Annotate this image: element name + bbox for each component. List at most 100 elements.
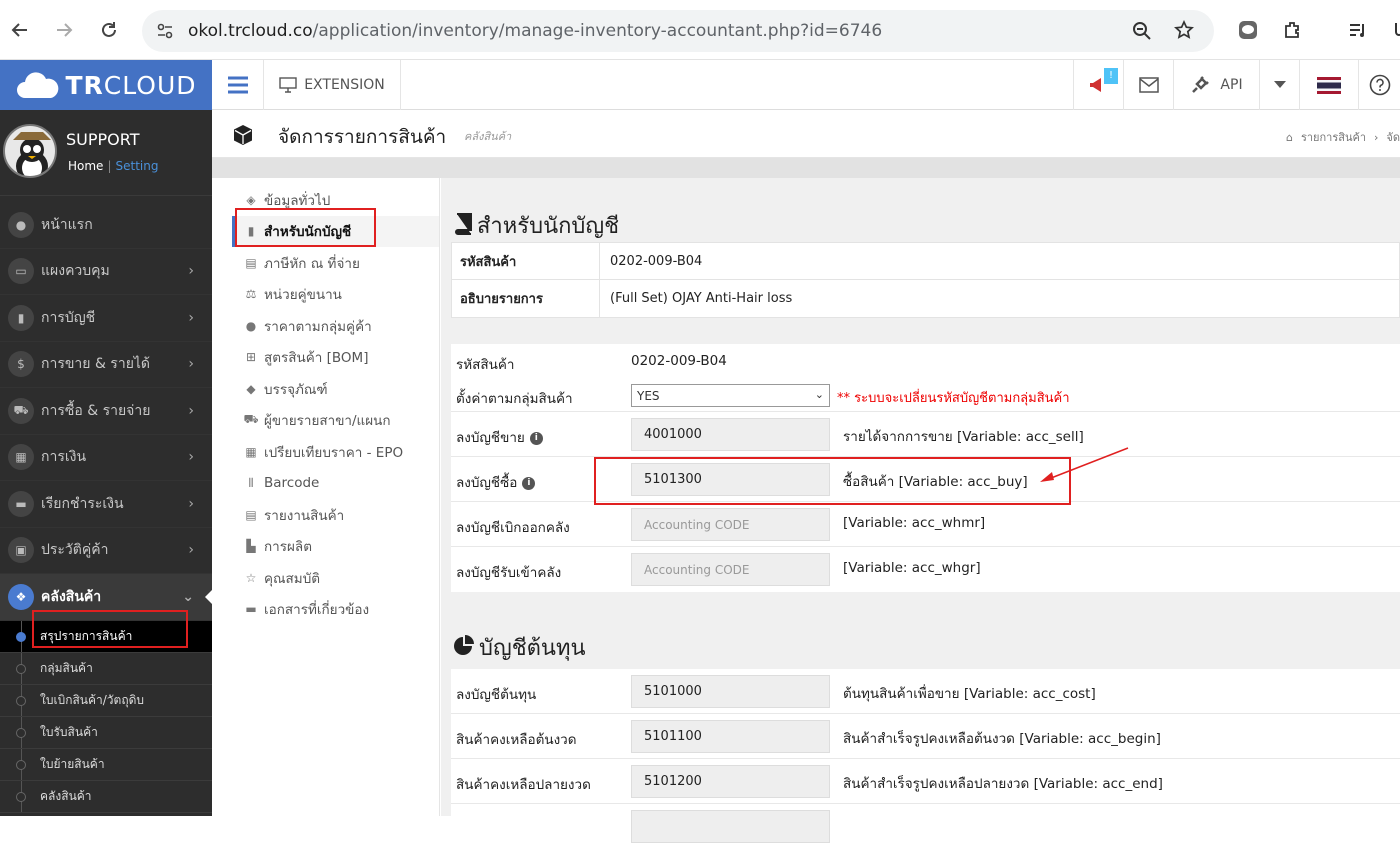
table-row: อธิบายรายการ (Full Set) OJAY Anti-Hair lo… (452, 280, 1399, 317)
mail-button[interactable] (1123, 60, 1173, 110)
nav-dashboard[interactable]: ▭ แผงควบคุม › (0, 249, 212, 295)
field-description: ต้นทุนสินค้าเพื่อขาย [Variable: acc_cost… (843, 686, 1096, 702)
info-key: อธิบายรายการ (452, 280, 600, 317)
extension-button[interactable]: EXTENSION (264, 60, 401, 110)
calendar-icon: ▦ (8, 444, 34, 471)
address-bar[interactable]: okol.trcloud.co/application/inventory/ma… (142, 10, 1214, 52)
nav-home[interactable]: ● หน้าแรก (0, 202, 212, 249)
page-subtitle: คลังสินค้า (464, 130, 512, 143)
subnav-label: กลุ่มสินค้า (40, 660, 93, 675)
tab-packaging[interactable]: ◆ บรรจุภัณฑ์ (232, 373, 439, 405)
nav-finance[interactable]: ▦ การเงิน › (0, 435, 212, 481)
site-settings-icon[interactable] (156, 22, 174, 45)
field-description: สินค้าสำเร็จรูปคงเหลือปลายงวด [Variable:… (843, 776, 1163, 792)
tab-production[interactable]: ▙ การผลิต (232, 531, 439, 563)
extensions-puzzle-icon[interactable] (1277, 14, 1309, 46)
field-description: [Variable: acc_whmr] (843, 515, 986, 531)
product-code-value: 0202-009-B04 (631, 353, 727, 369)
next-row (451, 804, 1400, 849)
subnav-item-transfer[interactable]: ใบย้ายสินค้า (0, 748, 212, 781)
tab-withholding-tax[interactable]: ▤ ภาษีหัก ณ ที่จ่าย (232, 247, 439, 279)
nav-contacts[interactable]: ▣ ประวัติคู่ค้า › (0, 528, 212, 574)
document-icon: ▤ (245, 255, 257, 270)
tab-bom[interactable]: ⊞ สูตรสินค้า [BOM] (232, 342, 439, 374)
nav-sales[interactable]: $ การขาย & รายได้ › (0, 342, 212, 388)
user-panel: SUPPORT Home | Setting (0, 110, 212, 196)
tab-label: ภาษีหัก ณ ที่จ่าย (264, 255, 360, 272)
chevron-right-icon: › (188, 263, 194, 280)
receive-account-input[interactable]: Accounting CODE (631, 553, 830, 586)
field-label: สินค้าคงเหลือปลายงวด (456, 777, 591, 793)
nav-purchase[interactable]: ⛟ การซื้อ & รายจ่าย › (0, 388, 212, 435)
info-icon[interactable]: i (522, 476, 536, 490)
api-label: API (1220, 77, 1243, 93)
avatar[interactable] (3, 124, 57, 178)
breadcrumb-item[interactable]: รายการสินค้า (1301, 131, 1366, 144)
issue-account-input[interactable]: Accounting CODE (631, 508, 830, 541)
subnav-item-groups[interactable]: กลุ่มสินค้า (0, 652, 212, 685)
tab-product-report[interactable]: ▤ รายงานสินค้า (232, 499, 439, 531)
top-navbar: EXTENSION ! API (212, 60, 1400, 110)
tab-parallel-unit[interactable]: ⚖ หน่วยคู่ขนาน (232, 279, 439, 311)
tab-compare-price[interactable]: ▦ เปรียบเทียบราคา - EPO (232, 436, 439, 468)
next-account-input[interactable] (631, 810, 830, 843)
nav-billing[interactable]: ▬ เรียกชำระเงิน › (0, 481, 212, 528)
trcloud-logo[interactable]: TR CLOUD (0, 60, 212, 110)
media-queue-icon[interactable] (1342, 14, 1374, 46)
sidebar: TR CLOUD SUPPORT Home | Setting ● หน้าแรก ▭ แ… (0, 60, 212, 816)
setting-link[interactable]: Setting (115, 159, 158, 173)
help-button[interactable] (1358, 60, 1400, 110)
back-icon[interactable] (4, 14, 36, 46)
tab-documents[interactable]: ▬ เอกสารที่เกี่ยวข้อง (232, 594, 439, 626)
home-link[interactable]: Home (68, 159, 103, 173)
subnav-item-receipt[interactable]: ใบรับสินค้า (0, 716, 212, 749)
field-label: รหัสสินค้า (456, 357, 515, 373)
sell-account-input[interactable]: 4001000 (631, 418, 830, 451)
language-button[interactable] (1299, 60, 1358, 110)
end-stock-input[interactable]: 5101200 (631, 765, 830, 798)
line-extension-icon[interactable] (1232, 14, 1264, 46)
nav-label: แผงควบคุม (41, 263, 110, 280)
table-row: รหัสสินค้า 0202-009-B04 (452, 243, 1399, 280)
subnav-item-requisition[interactable]: ใบเบิกสินค้า/วัตถุดิบ (0, 684, 212, 717)
thai-flag-icon (1317, 76, 1341, 94)
dropdown-button[interactable] (1259, 60, 1299, 110)
field-label: ตั้งค่าตามกลุ่มสินค้า (456, 391, 573, 407)
section-title-accountant: สำหรับนักบัญชี (453, 208, 619, 243)
tab-label: รายงานสินค้า (264, 507, 345, 524)
section-title-cost: บัญชีต้นทุน (453, 630, 586, 665)
tab-label: เอกสารที่เกี่ยวข้อง (264, 602, 370, 619)
nav-label: การบัญชี (41, 309, 96, 326)
nav-accounting[interactable]: ▮ การบัญชี › (0, 295, 212, 342)
tab-barcode[interactable]: ⦀ Barcode (232, 468, 439, 500)
subnav-item-warehouse[interactable]: คลังสินค้า (0, 780, 212, 813)
cart-icon: ⛟ (243, 412, 259, 427)
field-label: ลงบัญชีต้นทุน (456, 687, 537, 703)
tab-properties[interactable]: ☆ คุณสมบัติ (232, 562, 439, 594)
zoom-icon[interactable] (1132, 21, 1152, 46)
tab-vendors[interactable]: ⛟ ผู้ขายรายสาขา/แผนก (232, 405, 439, 437)
annotation-arrow-icon (1040, 447, 1129, 482)
begin-stock-input[interactable]: 5101100 (631, 720, 830, 753)
profile-icon[interactable] (1384, 14, 1400, 46)
folder-icon: ▬ (245, 602, 257, 617)
tab-label: ผู้ขายรายสาขา/แผนก (264, 413, 391, 430)
bookmark-star-icon[interactable] (1174, 19, 1194, 45)
group-setting-row: ตั้งค่าตามกลุ่มสินค้า YES ⌄ ** ระบบจะเปลี… (451, 378, 1400, 412)
reload-icon[interactable] (93, 14, 125, 46)
chevron-right-icon: › (188, 449, 194, 466)
notification-button[interactable]: ! (1073, 60, 1123, 110)
hamburger-menu-icon[interactable] (212, 60, 264, 110)
info-icon[interactable]: i (529, 431, 543, 445)
api-button[interactable]: API (1173, 60, 1259, 110)
cost-form: ลงบัญชีต้นทุน 5101000 ต้นทุนสินค้าเพื่อข… (451, 669, 1400, 849)
forward-icon[interactable] (48, 14, 80, 46)
tab-price-by-group[interactable]: ● ราคาตามกลุ่มคู่ค้า (232, 310, 439, 342)
monitor-icon (279, 77, 297, 93)
industry-icon: ▙ (246, 539, 256, 554)
cost-account-input[interactable]: 5101000 (631, 675, 830, 708)
group-setting-select[interactable]: YES ⌄ (631, 384, 830, 407)
card-icon: ▬ (8, 490, 34, 517)
active-pointer (205, 590, 212, 604)
home-icon[interactable]: ⌂ (1286, 131, 1293, 144)
